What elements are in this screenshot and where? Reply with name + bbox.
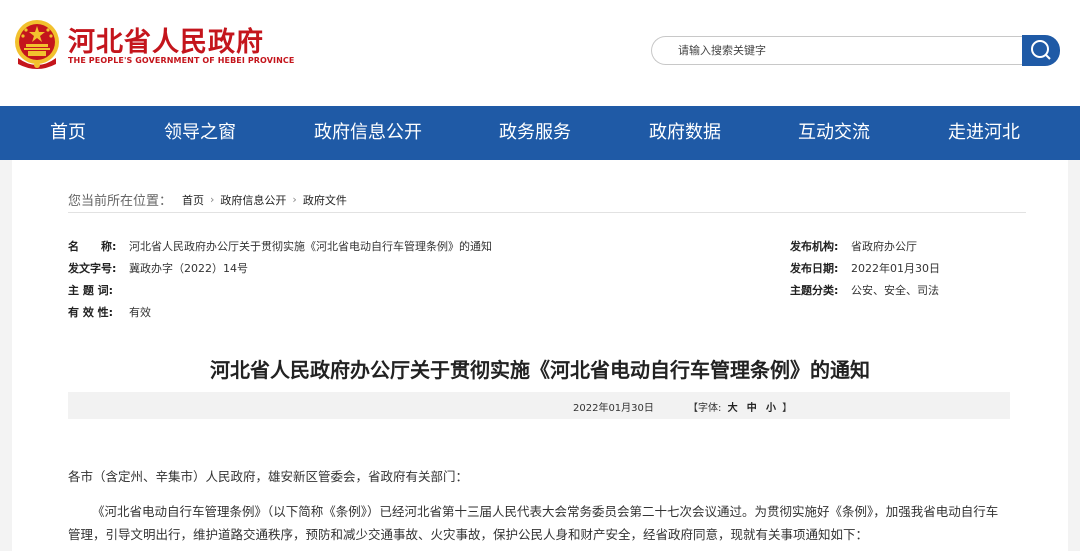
meta-docno-value: 冀政办字（2022）14号 [129,262,248,275]
main-nav: 首页 领导之窗 政府信息公开 政务服务 政府数据 互动交流 走进河北 [0,106,1080,160]
nav-item-data[interactable]: 政府数据 [649,106,721,160]
nav-item-info-disclosure[interactable]: 政府信息公开 [314,106,422,160]
content-panel: 您当前所在位置： 首页 › 政府信息公开 › 政府文件 名 称: 河北省人民政府… [12,160,1068,551]
breadcrumb: 您当前所在位置： 首页 › 政府信息公开 › 政府文件 [68,190,347,209]
font-label-open: 【字体: [688,403,722,414]
search-icon [1031,40,1051,60]
meta-name-label: 名 称: [68,240,117,253]
nav-item-services[interactable]: 政务服务 [499,106,571,160]
site-title[interactable]: 河北省人民政府 [68,20,264,59]
breadcrumb-home[interactable]: 首页 [182,192,204,208]
nav-item-about-hebei[interactable]: 走进河北 [948,106,1020,160]
document-dateline: 2022年01月30日 【字体: 大 中 小 】 [68,392,1010,419]
search-button[interactable] [1022,35,1060,66]
meta-date-value: 2022年01月30日 [851,262,940,275]
national-emblem-icon[interactable] [12,18,62,70]
document-paragraph-line2: 管理，引导文明出行，维护道路交通秩序，预防和减少交通事故、火灾事故，保护公民人身… [68,527,869,542]
meta-category-value: 公安、安全、司法 [851,284,939,297]
document-date: 2022年01月30日 [573,403,654,414]
meta-name-value: 河北省人民政府办公厅关于贯彻实施《河北省电动自行车管理条例》的通知 [129,240,492,253]
meta-docno-label: 发文字号: [68,262,117,275]
document-paragraph-line1: 《河北省电动自行车管理条例》（以下简称《条例》）已经河北省第十三届人民代表大会常… [92,504,999,519]
document-title: 河北省人民政府办公厅关于贯彻实施《河北省电动自行车管理条例》的通知 [210,358,870,382]
document-addressee: 各市（含定州、辛集市）人民政府，雄安新区管委会，省政府有关部门： [68,469,469,484]
meta-validity-value: 有效 [129,306,151,319]
meta-date-label: 发布日期: [790,262,839,275]
nav-item-home[interactable]: 首页 [50,106,86,160]
nav-item-leaders[interactable]: 领导之窗 [164,106,236,160]
site-header: 河北省人民政府 THE PEOPLE'S GOVERNMENT OF HEBEI… [0,0,1080,106]
font-size-controls: 【字体: 大 中 小 】 [688,399,792,414]
chevron-right-icon: › [210,193,215,206]
meta-subject-label: 主 题 词: [68,284,114,297]
meta-issuer-label: 发布机构: [790,240,839,253]
nav-item-interaction[interactable]: 互动交流 [798,106,870,160]
chevron-right-icon: › [292,193,297,206]
divider [68,212,1026,213]
breadcrumb-info-disclosure[interactable]: 政府信息公开 [220,192,286,208]
font-size-small-button[interactable]: 小 [766,403,776,414]
meta-issuer-value: 省政府办公厅 [851,240,917,253]
meta-validity-label: 有 效 性: [68,306,114,319]
meta-category-label: 主题分类: [790,284,839,297]
breadcrumb-lead: 您当前所在位置： [68,194,173,209]
breadcrumb-gov-documents[interactable]: 政府文件 [303,192,347,208]
font-size-large-button[interactable]: 大 [728,403,738,414]
font-label-close: 】 [782,403,793,414]
font-size-medium-button[interactable]: 中 [747,403,757,414]
search-input[interactable] [651,36,1023,65]
site-subtitle: THE PEOPLE'S GOVERNMENT OF HEBEI PROVINC… [68,56,295,65]
